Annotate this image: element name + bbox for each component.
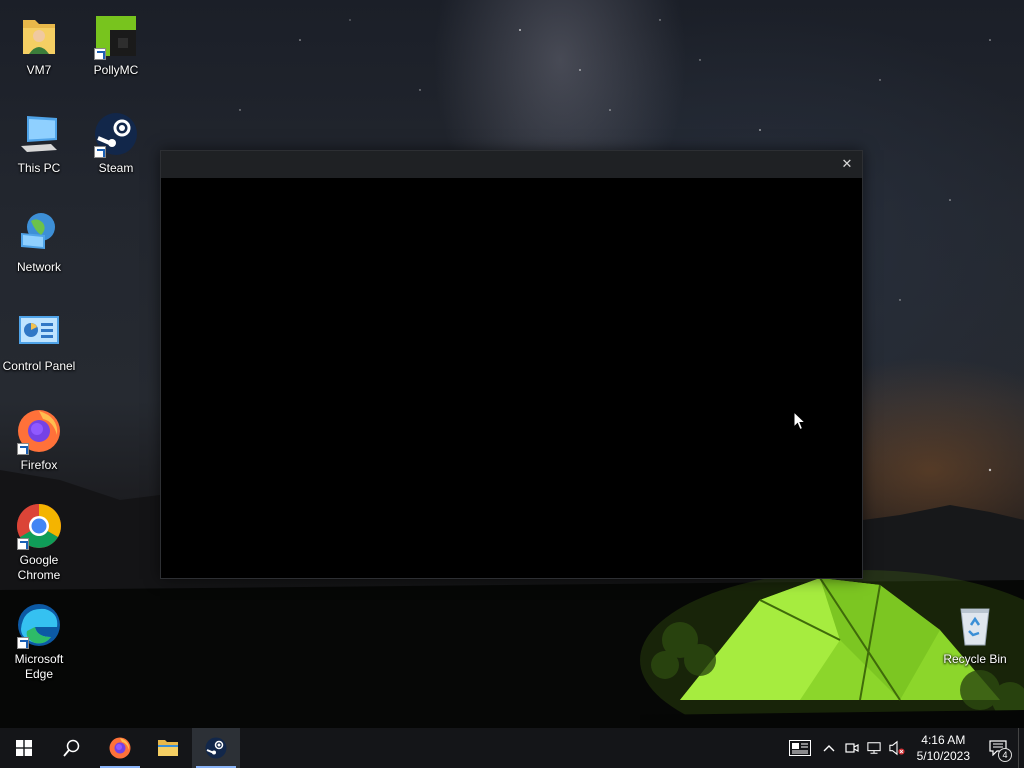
shortcut-arrow-icon: [17, 538, 29, 550]
start-button[interactable]: [0, 728, 48, 768]
taskbar: 4:16 AM 5/10/2023 4: [0, 728, 1024, 768]
desktop-icon-network[interactable]: Network: [1, 209, 77, 275]
close-icon: ✕: [841, 157, 853, 172]
news-icon: [788, 740, 811, 756]
action-center-button[interactable]: 4: [978, 728, 1018, 768]
firefox-icon: [109, 737, 131, 759]
speaker-muted-icon: [888, 740, 905, 756]
network-icon: [15, 209, 63, 257]
shortcut-arrow-icon: [94, 48, 106, 60]
shortcut-arrow-icon: [17, 637, 29, 649]
desktop-icon-label: Steam: [98, 161, 134, 175]
network-status-button[interactable]: [863, 728, 885, 768]
folder-icon: [158, 740, 178, 756]
desktop-icon-steam[interactable]: Steam: [78, 110, 154, 176]
chevron-up-icon: [823, 745, 835, 752]
taskbar-app-firefox[interactable]: [96, 728, 144, 768]
desktop-icon-control-panel[interactable]: Control Panel: [1, 308, 77, 374]
desktop-icon-label: This PC: [17, 161, 61, 175]
meet-now-button[interactable]: [841, 728, 863, 768]
volume-button[interactable]: [885, 728, 909, 768]
desktop-icon-firefox[interactable]: Firefox: [1, 407, 77, 473]
app-window[interactable]: ✕: [160, 150, 863, 579]
desktop-icon-recycle-bin[interactable]: Recycle Bin: [937, 601, 1013, 667]
desktop-icon-label: Microsoft Edge: [14, 652, 64, 681]
recycle-bin-icon: [951, 601, 999, 649]
shortcut-arrow-icon: [17, 443, 29, 455]
window-content[interactable]: [161, 178, 862, 578]
control-panel-icon: [15, 308, 63, 356]
steam-icon: [205, 737, 227, 759]
network-wired-icon: [866, 742, 881, 754]
user-folder-icon: [15, 12, 63, 60]
clock-time: 4:16 AM: [921, 733, 966, 747]
news-button[interactable]: [783, 728, 817, 768]
clock-date: 5/10/2023: [916, 749, 970, 763]
desktop-icon-label: PollyMC: [93, 63, 139, 77]
show-hidden-icons-button[interactable]: [817, 728, 841, 768]
pollymc-icon: [92, 12, 140, 60]
camera-icon: [845, 743, 859, 753]
taskbar-app-steam[interactable]: [192, 728, 240, 768]
close-button[interactable]: ✕: [832, 151, 862, 178]
mouse-cursor-icon: [793, 410, 807, 431]
desktop-icon-label: Recycle Bin: [943, 652, 1007, 666]
desktop-icon-label: VM7: [26, 63, 52, 77]
search-icon: [63, 739, 80, 757]
firefox-icon: [15, 407, 63, 455]
computer-icon: [15, 110, 63, 158]
notification-count-badge: 4: [998, 748, 1012, 762]
show-desktop-button[interactable]: [1018, 728, 1024, 768]
desktop-icon-label: Control Panel: [2, 359, 76, 373]
start-icon: [16, 740, 32, 756]
clock[interactable]: 4:16 AM 5/10/2023: [909, 732, 978, 764]
desktop-icon-this-pc[interactable]: This PC: [1, 110, 77, 176]
desktop-icon-label: Google Chrome: [17, 553, 61, 582]
edge-icon: [15, 601, 63, 649]
search-button[interactable]: [48, 728, 96, 768]
chrome-icon: [15, 502, 63, 550]
steam-icon: [92, 110, 140, 158]
taskbar-app-file-explorer[interactable]: [144, 728, 192, 768]
desktop-icon-google-chrome[interactable]: Google Chrome: [1, 502, 77, 583]
desktop-icon-label: Firefox: [20, 458, 58, 472]
window-titlebar[interactable]: ✕: [161, 151, 862, 178]
shortcut-arrow-icon: [94, 146, 106, 158]
desktop-icon-microsoft-edge[interactable]: Microsoft Edge: [1, 601, 77, 682]
desktop-icon-vm7[interactable]: VM7: [1, 12, 77, 78]
system-tray: 4:16 AM 5/10/2023 4: [783, 728, 1024, 768]
desktop-icon-label: Network: [16, 260, 61, 274]
desktop-icon-pollymc[interactable]: PollyMC: [78, 12, 154, 78]
